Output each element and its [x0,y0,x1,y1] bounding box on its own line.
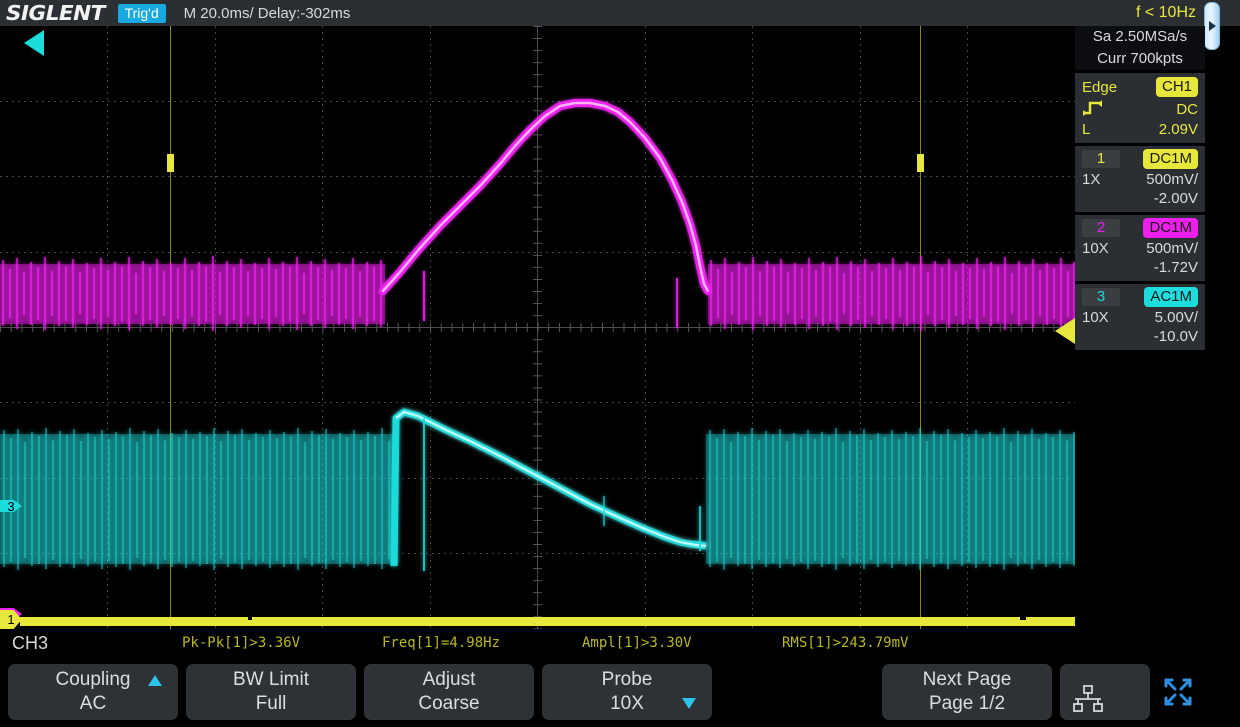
adjust-button[interactable]: Adjust Coarse [364,664,534,720]
trigger-level-name: L [1082,121,1091,138]
sample-rate-label: Sa 2.50MSa/s [1075,26,1205,48]
adjust-button-label: Adjust [422,669,476,690]
channel-1-offset-row: -2.00V [1075,189,1205,208]
channel-3-number: 3 [1082,288,1120,306]
coupling-button-label: Coupling [55,669,131,690]
chevron-right-icon[interactable] [1204,2,1220,50]
channel-2-panel[interactable]: 2 DC1M 10X 500mV/ -1.72V [1075,215,1205,281]
channel-3-scale-row: 10X 5.00V/ [1075,308,1205,327]
channel-1-number: 1 [1082,150,1120,168]
probe-button[interactable]: Probe 10X [542,664,712,720]
trigger-source-badge: CH1 [1155,77,1198,97]
channel-2-number: 2 [1082,219,1120,237]
measurement-rms[interactable]: RMS[1]>243.79mV [782,635,982,651]
oscilloscope-screen: SIGLENT Trig'd M 20.0ms/ Delay:-302ms f … [0,0,1240,727]
waveform-display[interactable]: 3 2 1 [0,26,1075,629]
right-info-sidebar: Sa 2.50MSa/s Curr 700kpts Edge CH1 DC L … [1075,26,1205,629]
channel-marker-3-label: 3 [7,498,15,514]
trigger-level-row: L 2.09V [1075,120,1205,139]
rising-edge-glyph [1083,100,1102,116]
memory-depth-label: Curr 700kpts [1075,48,1205,70]
channel-3-coupling-badge: AC1M [1144,287,1198,307]
ch2-trace [0,99,1075,331]
measurement-pkpk[interactable]: Pk-Pk[1]>3.36V [182,635,382,651]
arrow-down-icon [682,698,696,709]
trigger-level-value: 2.09V [1158,121,1198,138]
measurement-ampl[interactable]: Ampl[1]>3.30V [582,635,782,651]
channel-1-panel[interactable]: 1 DC1M 1X 500mV/ -2.00V [1075,146,1205,212]
channel-3-panel[interactable]: 3 AC1M 10X 5.00V/ -10.0V [1075,284,1205,350]
measurement-freq[interactable]: Freq[1]=4.98Hz [382,635,582,651]
coupling-button[interactable]: Coupling AC [8,664,178,720]
measurement-channel-label: CH3 [12,632,49,653]
channel-1-scale: 500mV/ [1146,171,1198,188]
fullscreen-icon [1164,678,1192,706]
channel-2-scale-row: 10X 500mV/ [1075,239,1205,258]
channel-marker-1-label: 1 [7,612,15,627]
siglent-logo: SIGLENT [6,1,105,25]
channel-3-offset: -10.0V [1153,328,1198,345]
channel-2-coupling-badge: DC1M [1143,218,1198,238]
bw-limit-button-label: BW Limit [233,669,309,690]
arrow-up-icon [148,675,162,686]
probe-button-label: Probe [601,669,653,690]
channel-1-coupling-badge: DC1M [1143,149,1198,169]
trigger-type-label: Edge [1082,78,1118,96]
channel-1-probe: 1X [1082,171,1101,188]
coupling-button-value: AC [79,693,107,714]
channel-2-probe: 10X [1082,240,1109,257]
trigger-status-badge: Trig'd [117,3,166,23]
channel-1-scale-row: 1X 500mV/ [1075,170,1205,189]
probe-button-value: 10X [610,693,644,714]
channel-1-offset: -2.00V [1153,190,1198,207]
adjust-button-value: Coarse [418,693,480,714]
rising-edge-icon [1082,99,1104,119]
trigger-type-row: Edge CH1 [1075,76,1205,98]
top-status-bar: SIGLENT Trig'd M 20.0ms/ Delay:-302ms f … [0,0,1240,50]
bw-limit-button[interactable]: BW Limit Full [186,664,356,720]
channel-2-header: 2 DC1M [1075,217,1205,239]
ch3-trace [0,408,1075,571]
channel-3-header: 3 AC1M [1075,286,1205,308]
fullscreen-button[interactable] [1156,664,1200,720]
channel-2-scale: 500mV/ [1146,240,1198,257]
channel-2-offset: -1.72V [1153,259,1198,276]
network-icon [1073,685,1103,712]
bw-limit-button-value: Full [255,693,287,714]
waveform-traces [0,99,1075,626]
channel-2-offset-row: -1.72V [1075,258,1205,277]
timebase-label: M 20.0ms/ Delay:-302ms [183,4,351,22]
trigger-coupling-label: DC [1176,100,1198,118]
ch1-trace [20,614,1075,626]
channel-3-offset-row: -10.0V [1075,327,1205,346]
trigger-info-panel[interactable]: Edge CH1 DC L 2.09V [1075,73,1205,143]
channel-1-header: 1 DC1M [1075,148,1205,170]
frequency-counter-label: f < 10Hz [1135,4,1196,21]
next-page-button[interactable]: Next Page Page 1/2 [882,664,1052,720]
network-status-button[interactable] [1060,664,1150,720]
next-page-button-value: Page 1/2 [928,693,1006,714]
channel-3-scale: 5.00V/ [1154,309,1198,326]
trigger-slope-row: DC [1075,98,1205,120]
bottom-menu-bar: Coupling AC BW Limit Full Adjust Coarse … [0,657,1240,727]
next-page-button-label: Next Page [922,669,1012,690]
chevron-right-glyph [1208,21,1216,31]
measurement-bar: CH3 Pk-Pk[1]>3.36V Freq[1]=4.98Hz Ampl[1… [0,629,1075,657]
channel-3-probe: 10X [1082,309,1109,326]
